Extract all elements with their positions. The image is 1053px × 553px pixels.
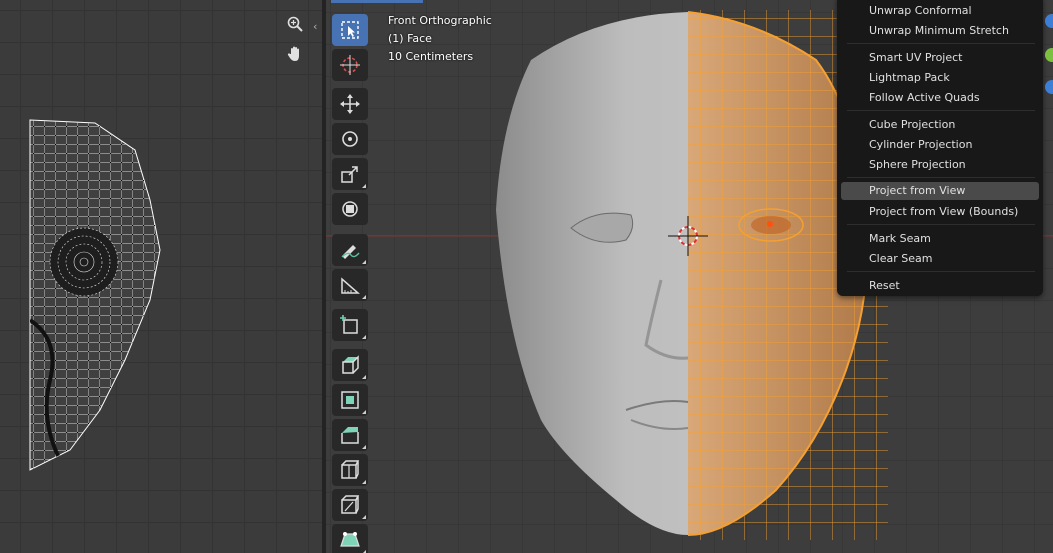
inset-icon[interactable] bbox=[332, 384, 368, 416]
gizmo-z-dot[interactable] bbox=[1045, 14, 1053, 28]
cursor-icon[interactable] bbox=[332, 49, 368, 81]
move-icon[interactable] bbox=[332, 88, 368, 120]
menu-item-sphere-projection[interactable]: Sphere Projection bbox=[841, 156, 1039, 174]
scale-icon[interactable] bbox=[332, 158, 368, 190]
bevel-icon[interactable] bbox=[332, 419, 368, 451]
uv-island-mesh bbox=[29, 119, 161, 471]
menu-separator bbox=[847, 224, 1035, 225]
menu-item-project-from-view-bounds[interactable]: Project from View (Bounds) bbox=[841, 203, 1039, 221]
menu-item-mark-seam[interactable]: Mark Seam bbox=[841, 230, 1039, 248]
uv-editor[interactable]: ‹ bbox=[0, 0, 322, 553]
hand-icon[interactable] bbox=[286, 45, 310, 69]
menu-item-reset[interactable]: Reset bbox=[841, 277, 1039, 295]
menu-item-cube-projection[interactable]: Cube Projection bbox=[841, 116, 1039, 134]
scale-label: 10 Centimeters bbox=[388, 50, 474, 63]
menu-separator bbox=[847, 43, 1035, 44]
menu-item-follow-active-quads[interactable]: Follow Active Quads bbox=[841, 89, 1039, 107]
menu-separator bbox=[847, 110, 1035, 111]
menu-item-lightmap-pack[interactable]: Lightmap Pack bbox=[841, 69, 1039, 87]
gizmo-neg-z-dot[interactable] bbox=[1045, 80, 1053, 94]
menu-separator bbox=[847, 177, 1035, 178]
rotate-icon[interactable] bbox=[332, 123, 368, 155]
extrude-icon[interactable] bbox=[332, 349, 368, 381]
annotate-icon[interactable] bbox=[332, 234, 368, 266]
loop-cut-icon[interactable] bbox=[332, 454, 368, 486]
object-name: (1) Face bbox=[388, 32, 432, 45]
transform-icon[interactable] bbox=[332, 193, 368, 225]
menu-item-clear-seam[interactable]: Clear Seam bbox=[841, 250, 1039, 268]
menu-separator bbox=[847, 271, 1035, 272]
zoom-icon[interactable] bbox=[286, 15, 310, 39]
menu-item-unwrap-conformal[interactable]: Unwrap Conformal bbox=[841, 2, 1039, 20]
select-box-icon[interactable] bbox=[332, 14, 368, 46]
poly-build-icon[interactable] bbox=[332, 524, 368, 553]
gizmo-y-dot[interactable] bbox=[1045, 48, 1053, 62]
measure-icon[interactable] bbox=[332, 269, 368, 301]
menu-item-smart-uv-project[interactable]: Smart UV Project bbox=[841, 49, 1039, 67]
knife-icon[interactable] bbox=[332, 489, 368, 521]
add-cube-icon[interactable] bbox=[332, 309, 368, 341]
menu-item-cylinder-projection[interactable]: Cylinder Projection bbox=[841, 136, 1039, 154]
collapse-arrow-icon[interactable]: ‹ bbox=[313, 20, 317, 33]
uv-unwrap-menu: Unwrap Conformal Unwrap Minimum Stretch … bbox=[837, 0, 1043, 296]
menu-item-unwrap-minimum-stretch[interactable]: Unwrap Minimum Stretch bbox=[841, 22, 1039, 40]
menu-item-project-from-view[interactable]: Project from View bbox=[841, 182, 1039, 200]
view-name: Front Orthographic bbox=[388, 14, 492, 27]
viewport-info: Front Orthographic (1) Face 10 Centimete… bbox=[388, 12, 492, 66]
active-tab-indicator bbox=[331, 0, 423, 3]
